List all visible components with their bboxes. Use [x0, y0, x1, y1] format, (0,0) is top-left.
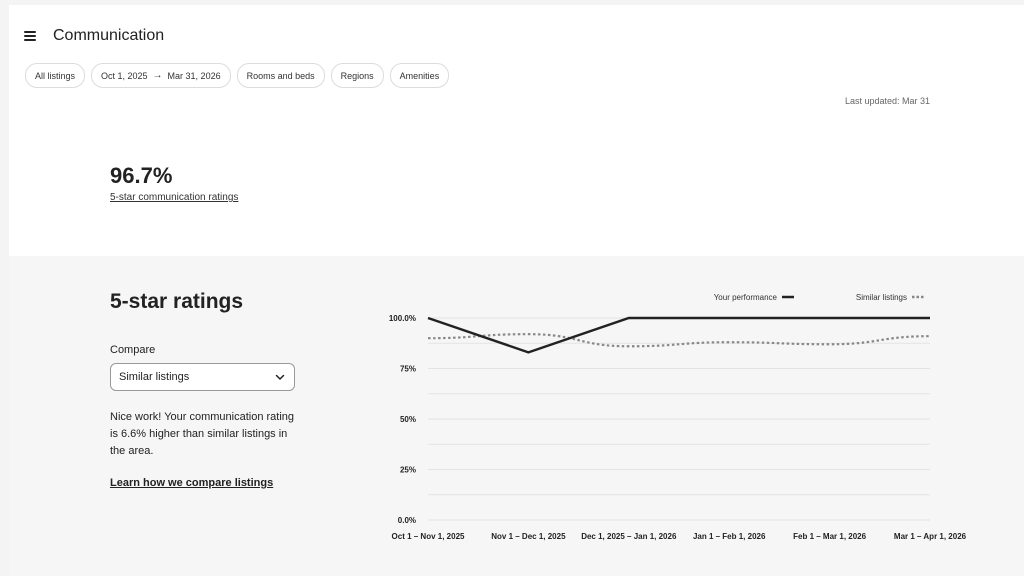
legend-your-performance-label: Your performance: [714, 293, 778, 302]
left-border: [0, 0, 9, 576]
ratings-line-chart: 100.0% 75% 50% 25% 0.0% Oct 1 – Nov 1, 2025 No…: [389, 293, 967, 541]
filter-date-range[interactable]: Oct 1, 2025 → Mar 31, 2026: [91, 63, 231, 88]
arrow-right-icon: →: [152, 70, 163, 81]
filter-rooms-label: Rooms and beds: [246, 70, 315, 81]
chevron-down-icon: [275, 374, 285, 380]
y-tick-label: 50%: [400, 415, 416, 424]
y-tick-label: 100.0%: [389, 314, 416, 323]
compare-select[interactable]: Similar listings: [110, 363, 295, 391]
top-strip: [0, 0, 1024, 5]
last-updated: Last updated: Mar 31: [844, 96, 930, 106]
menu-icon[interactable]: [24, 31, 36, 41]
filter-all-listings[interactable]: All listings: [25, 63, 86, 88]
x-tick-label: Oct 1 – Nov 1, 2025: [392, 532, 465, 541]
date-start: Oct 1, 2025: [101, 70, 148, 81]
filter-rooms-and-beds[interactable]: Rooms and beds: [236, 63, 325, 88]
date-end: Mar 31, 2026: [167, 70, 221, 81]
x-tick-label: Nov 1 – Dec 1, 2025: [491, 532, 566, 541]
filter-regions[interactable]: Regions: [330, 63, 384, 88]
filter-all-listings-label: All listings: [35, 70, 76, 81]
compare-label: Compare: [110, 344, 156, 356]
filter-bar: All listings Oct 1, 2025 → Mar 31, 2026 …: [25, 63, 450, 88]
y-tick-label: 25%: [400, 466, 416, 475]
metric-label-link[interactable]: 5-star communication ratings: [110, 192, 238, 203]
y-tick-label: 0.0%: [398, 516, 416, 525]
header: Communication: [24, 27, 164, 45]
page-title: Communication: [53, 27, 165, 44]
legend-similar-listings-label: Similar listings: [856, 293, 907, 302]
comparison-description: Nice work! Your communication rating is …: [110, 411, 295, 457]
metric-value: 96.7%: [110, 163, 173, 188]
x-tick-label: Mar 1 – Apr 1, 2026: [894, 532, 967, 541]
metric-summary: 96.7% 5-star communication ratings: [110, 163, 238, 203]
x-tick-label: Jan 1 – Feb 1, 2026: [693, 532, 766, 541]
x-tick-label: Feb 1 – Mar 1, 2026: [793, 532, 866, 541]
learn-compare-link[interactable]: Learn how we compare listings: [110, 477, 273, 489]
filter-regions-label: Regions: [340, 70, 374, 81]
filter-amenities-label: Amenities: [399, 70, 440, 81]
y-tick-label: 75%: [400, 365, 416, 374]
x-tick-label: Dec 1, 2025 – Jan 1, 2026: [581, 532, 677, 541]
section-title: 5-star ratings: [110, 290, 244, 313]
filter-amenities[interactable]: Amenities: [389, 63, 450, 88]
page: Communication All listings Oct 1, 2025 →…: [0, 0, 1024, 576]
compare-select-value: Similar listings: [119, 371, 190, 383]
